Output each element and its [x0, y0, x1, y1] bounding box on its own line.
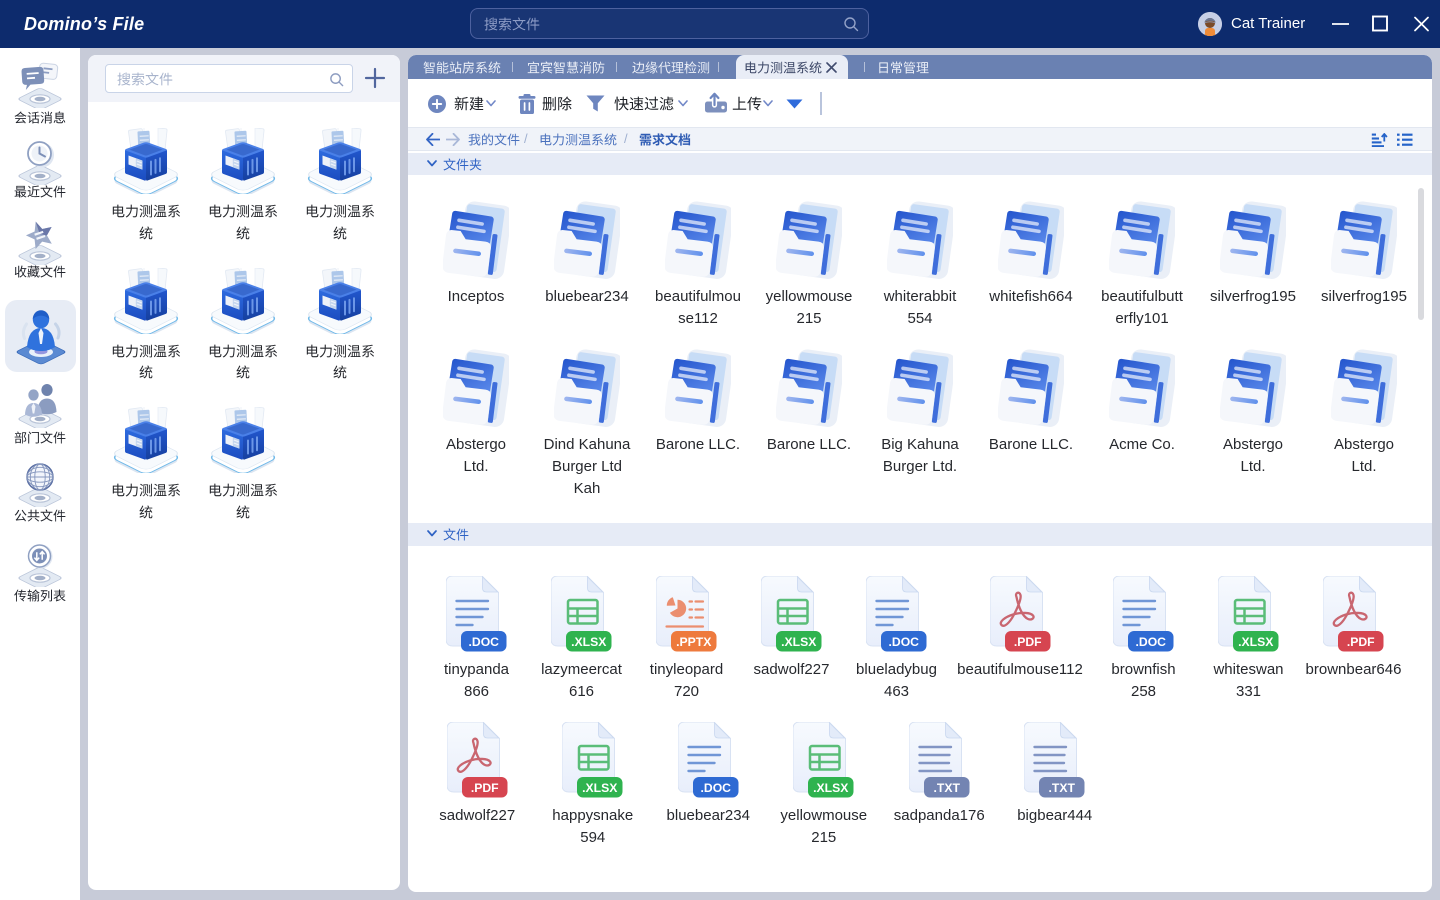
svg-text:.XLSX: .XLSX: [582, 781, 618, 795]
svg-text:.XLSX: .XLSX: [813, 781, 849, 795]
svg-text:.XLSX: .XLSX: [571, 635, 607, 649]
svg-text:.PPTX: .PPTX: [676, 635, 712, 649]
svg-text:.DOC: .DOC: [889, 635, 920, 649]
svg-text:.XLSX: .XLSX: [781, 635, 817, 649]
svg-text:.DOC: .DOC: [700, 781, 731, 795]
svg-text:.DOC: .DOC: [1136, 635, 1167, 649]
svg-text:.PDF: .PDF: [1347, 635, 1375, 649]
svg-text:.TXT: .TXT: [933, 781, 960, 795]
svg-text:.TXT: .TXT: [1049, 781, 1076, 795]
svg-text:.PDF: .PDF: [1013, 635, 1041, 649]
svg-text:.DOC: .DOC: [469, 635, 500, 649]
svg-text:.PDF: .PDF: [471, 781, 499, 795]
svg-text:.XLSX: .XLSX: [1238, 635, 1274, 649]
